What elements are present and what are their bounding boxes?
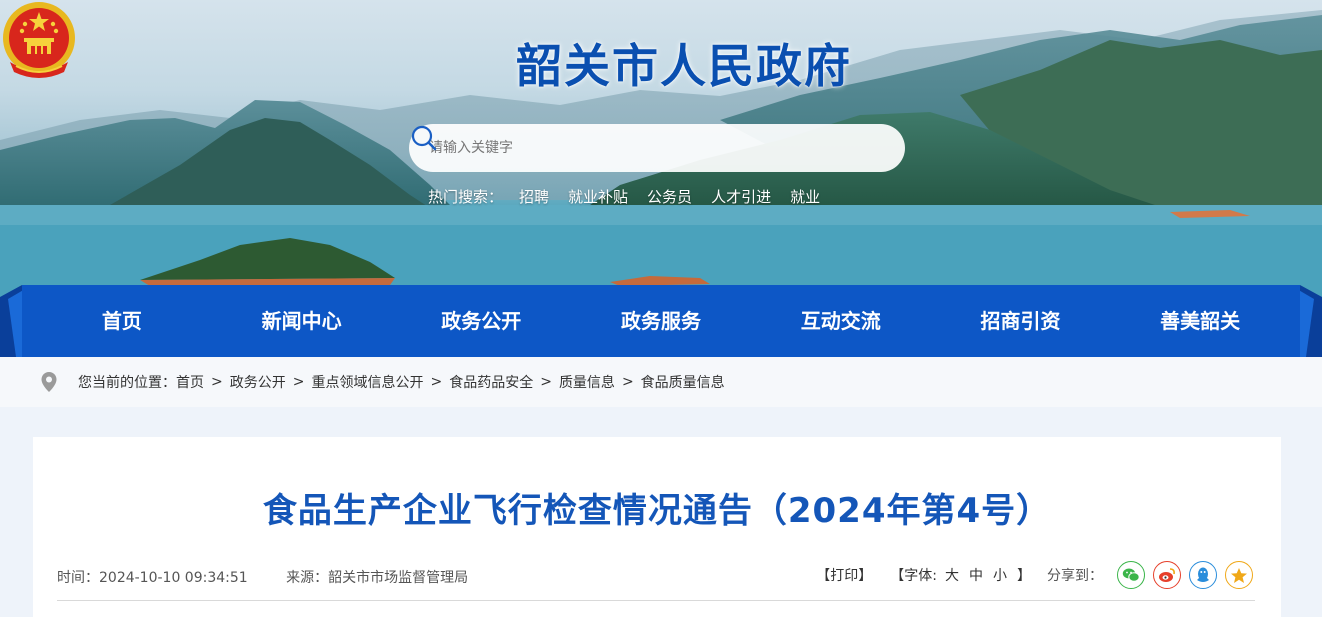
breadcrumb-separator: > bbox=[430, 374, 443, 390]
article-title: 食品生产企业飞行检查情况通告（2024年第4号） bbox=[262, 491, 1052, 531]
article-tools: 【打印】 【字体: 大 中 小 】 分享到： bbox=[816, 561, 1253, 589]
breadcrumb-separator: > bbox=[540, 374, 552, 390]
nav-item-news[interactable]: 新闻中心 bbox=[212, 285, 392, 357]
hot-search-label: 热门搜索： bbox=[428, 188, 504, 206]
breadcrumb-link[interactable]: 首页 bbox=[176, 372, 204, 392]
hot-search-link[interactable]: 公务员 bbox=[647, 186, 692, 207]
meta-divider bbox=[57, 600, 1255, 601]
time-label: 时间： bbox=[57, 570, 99, 586]
source-value: 韶关市市场监督管理局 bbox=[328, 570, 469, 586]
article-meta: 时间：2024-10-10 09:34:51 来源：韶关市市场监督管理局 bbox=[57, 567, 502, 587]
breadcrumb-bar: 您当前的位置： 首页 > 政务公开 > 重点领域信息公开 > 食品药品安全 > … bbox=[0, 357, 1322, 407]
qq-share-button[interactable] bbox=[1189, 561, 1217, 589]
main-nav: 首页 新闻中心 政务公开 政务服务 互动交流 招商引资 善美韶关 bbox=[0, 285, 1322, 357]
wechat-share-button[interactable] bbox=[1117, 561, 1145, 589]
source-label: 来源： bbox=[286, 570, 329, 586]
search-icon[interactable] bbox=[409, 124, 439, 152]
article-panel: 食品生产企业飞行检查情况通告（2024年第4号） 时间：2024-10-10 0… bbox=[33, 437, 1281, 617]
nav-item-gov-services[interactable]: 政务服务 bbox=[571, 285, 751, 357]
font-size-large[interactable]: 大 bbox=[945, 565, 959, 585]
source: 来源：韶关市市场监督管理局 bbox=[286, 570, 468, 586]
breadcrumb: 您当前的位置： 首页 > 政务公开 > 重点领域信息公开 > 食品药品安全 > … bbox=[40, 371, 725, 393]
qzone-icon bbox=[1231, 567, 1247, 583]
nav-item-home[interactable]: 首页 bbox=[32, 285, 212, 357]
publish-time: 时间：2024-10-10 09:34:51 bbox=[57, 570, 248, 586]
font-size-small[interactable]: 小 bbox=[993, 565, 1007, 585]
site-title: 韶关市人民政府 bbox=[516, 39, 852, 93]
breadcrumb-link[interactable]: 食品药品安全 bbox=[449, 372, 533, 392]
font-close: 】 bbox=[1017, 568, 1031, 584]
time-value: 2024-10-10 09:34:51 bbox=[99, 570, 248, 586]
breadcrumb-separator: > bbox=[211, 374, 223, 390]
weibo-icon bbox=[1159, 568, 1175, 582]
nav-item-investment[interactable]: 招商引资 bbox=[931, 285, 1111, 357]
font-label: 【字体: bbox=[890, 568, 937, 584]
breadcrumb-separator: > bbox=[292, 374, 305, 390]
print-button[interactable]: 【打印】 bbox=[816, 565, 872, 585]
national-emblem-icon bbox=[3, 2, 75, 78]
hot-search-link[interactable]: 招聘 bbox=[519, 186, 549, 207]
header-banner: 韶关市人民政府 热门搜索： 招聘 就业补贴 公务员 人才引进 就业 bbox=[0, 0, 1322, 300]
location-pin-icon bbox=[41, 372, 57, 392]
qq-icon bbox=[1197, 567, 1209, 582]
breadcrumb-separator: > bbox=[621, 374, 634, 390]
search-input[interactable] bbox=[409, 124, 849, 172]
hot-search-link[interactable]: 就业补贴 bbox=[568, 186, 628, 207]
nav-item-interaction[interactable]: 互动交流 bbox=[751, 285, 931, 357]
breadcrumb-link[interactable]: 重点领域信息公开 bbox=[311, 372, 423, 392]
hot-search-link[interactable]: 就业 bbox=[790, 186, 820, 207]
wechat-icon bbox=[1122, 568, 1140, 582]
weibo-share-button[interactable] bbox=[1153, 561, 1181, 589]
share-label: 分享到： bbox=[1047, 568, 1103, 584]
breadcrumb-link[interactable]: 食品质量信息 bbox=[641, 372, 725, 392]
breadcrumb-prefix: 您当前的位置： bbox=[78, 375, 176, 391]
search-box bbox=[409, 124, 905, 172]
nav-item-shaoguan[interactable]: 善美韶关 bbox=[1110, 285, 1290, 357]
breadcrumb-link[interactable]: 政务公开 bbox=[230, 372, 286, 392]
font-size-medium[interactable]: 中 bbox=[969, 565, 983, 585]
hot-search: 热门搜索： 招聘 就业补贴 公务员 人才引进 就业 bbox=[428, 186, 839, 207]
nav-item-gov-affairs[interactable]: 政务公开 bbox=[391, 285, 571, 357]
breadcrumb-link[interactable]: 质量信息 bbox=[559, 372, 615, 392]
hot-search-link[interactable]: 人才引进 bbox=[711, 186, 771, 207]
qzone-share-button[interactable] bbox=[1225, 561, 1253, 589]
